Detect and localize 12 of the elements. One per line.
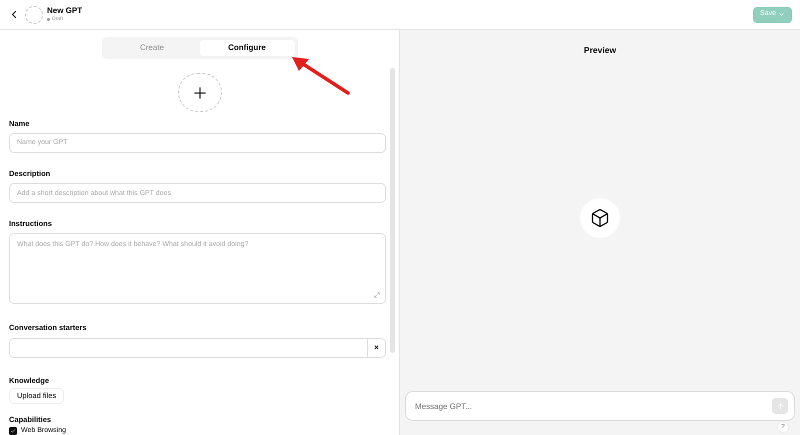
annotation-arrow: [290, 55, 352, 97]
tab[interactable]: Configure: [200, 40, 294, 56]
gpt-title: New GPT: [47, 7, 82, 15]
gpt-avatar: [25, 6, 43, 24]
checkbox[interactable]: [9, 426, 17, 435]
starter-field[interactable]: ×: [9, 338, 386, 358]
cube-icon: [590, 208, 610, 228]
arrow-up-icon: [776, 402, 784, 410]
clear-button[interactable]: ×: [367, 338, 385, 357]
caret-icon: [778, 11, 785, 18]
message-field[interactable]: Message GPT...: [405, 391, 795, 421]
preview-title: Preview: [584, 44, 616, 57]
